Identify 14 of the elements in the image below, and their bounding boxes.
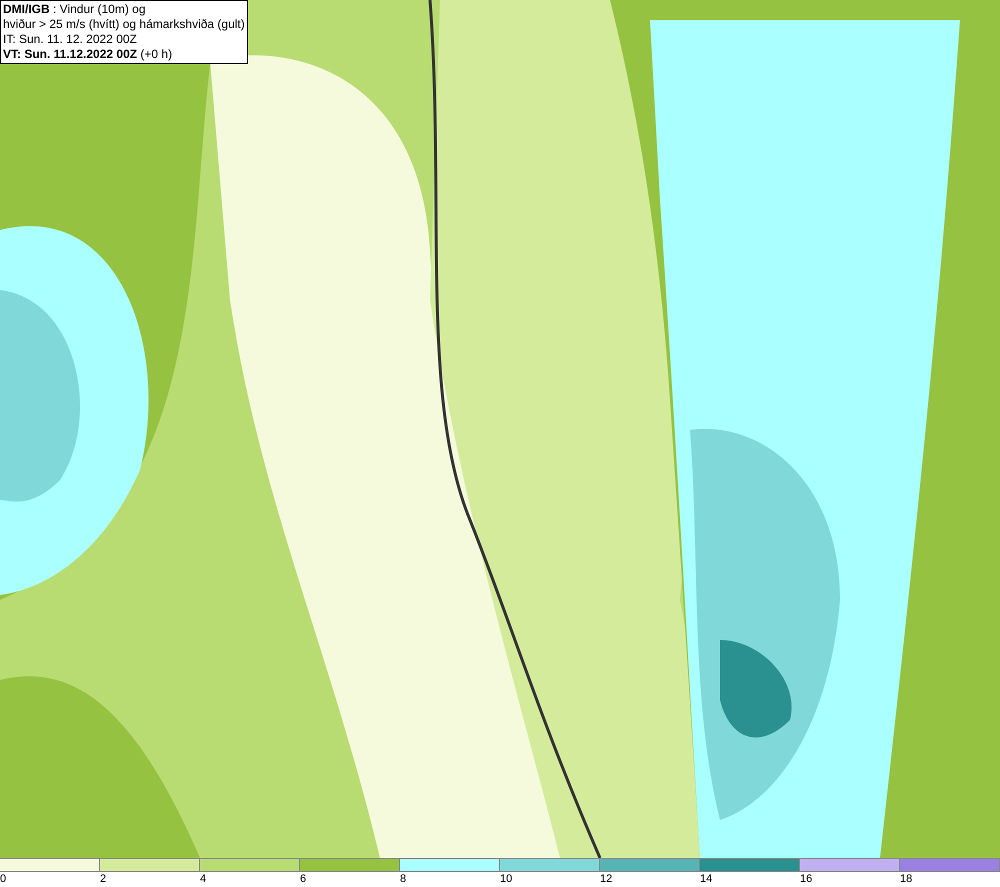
legend-label: 0: [0, 873, 6, 885]
legend-label: 6: [300, 873, 306, 885]
info-line: IT: Sun. 11. 12. 2022 00Z: [3, 32, 138, 47]
legend-label: 16: [800, 873, 812, 885]
legend-label: 4: [200, 873, 206, 885]
legend-label: 18: [900, 873, 912, 885]
legend-label: 14: [700, 873, 712, 885]
legend-label: 8: [400, 873, 406, 885]
legend-label: 12: [600, 873, 612, 885]
info-line: VT: Sun. 11.12.2022 00Z (+0 h): [3, 47, 174, 62]
legend-label: 2: [100, 873, 106, 885]
legend-label: 10: [500, 873, 512, 885]
info-line: DMI/IGB : Vindur (10m) og: [3, 2, 146, 17]
info-line: hviður > 25 m/s (hvítt) og hámarkshviða (gult): [3, 17, 245, 32]
